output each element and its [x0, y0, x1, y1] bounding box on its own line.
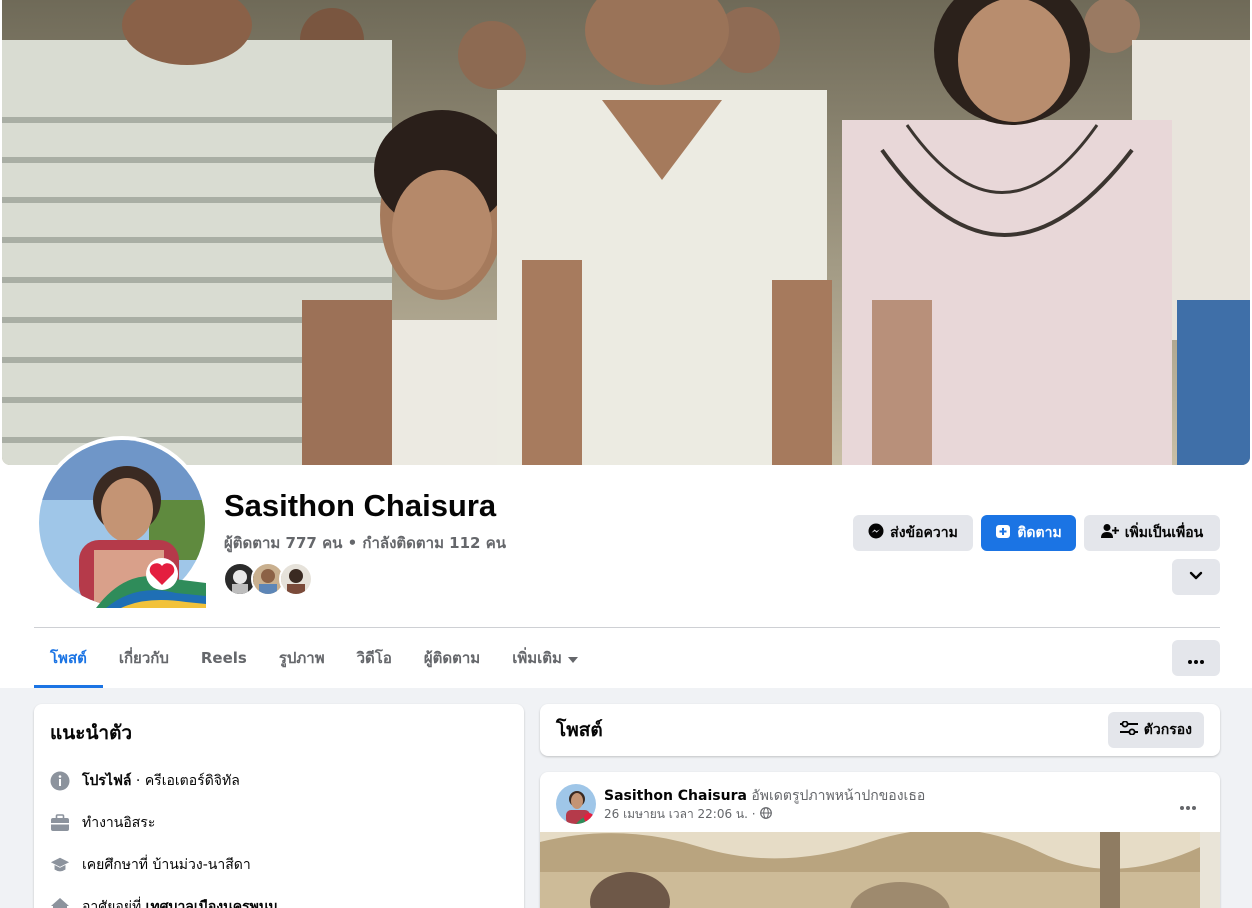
- intro-item-work: ทำงานอิสระ: [50, 802, 508, 844]
- tab-followers[interactable]: ผู้ติดตาม: [408, 628, 496, 688]
- info-icon: [50, 771, 70, 791]
- intro-text: อาศัยอยู่ที่ เทศบาลเมืองนครพนม: [82, 896, 278, 908]
- posts-title: โพสต์: [556, 719, 603, 741]
- tab-photos[interactable]: รูปภาพ: [263, 628, 341, 688]
- tab-label: โพสต์: [50, 649, 87, 667]
- add-friend-icon: [1100, 523, 1119, 543]
- filter-button[interactable]: ตัวกรอง: [1107, 712, 1204, 748]
- tab-videos[interactable]: วิดีโอ: [341, 628, 408, 688]
- follower-avatars[interactable]: [223, 562, 313, 596]
- tab-label: เพิ่มเติม: [512, 649, 562, 667]
- tab-label: Reels: [200, 649, 247, 667]
- intro-prefix: อาศัยอยู่ที่: [82, 899, 146, 908]
- add-friend-label: เพิ่มเป็นเพื่อน: [1124, 525, 1204, 541]
- intro-bold: โปรไฟล์: [82, 773, 132, 789]
- graduation-cap-icon: [50, 855, 70, 875]
- expand-button[interactable]: [1172, 559, 1220, 595]
- post-image[interactable]: [540, 832, 1220, 908]
- add-friend-button[interactable]: เพิ่มเป็นเพื่อน: [1084, 515, 1220, 551]
- intro-detail: · ครีเอเตอร์ดิจิทัล: [131, 773, 240, 789]
- post-header-line: Sasithon Chaisura อัพเดตรูปภาพหน้าปกของเ…: [604, 785, 925, 807]
- more-dots-icon: [1188, 649, 1204, 668]
- briefcase-icon: [50, 813, 70, 833]
- tab-label: รูปภาพ: [278, 649, 325, 667]
- post-timestamp[interactable]: 26 เมษายน เวลา 22:06 น. ·: [604, 805, 756, 824]
- message-button[interactable]: ส่งข้อความ: [853, 515, 973, 551]
- filter-sliders-icon: [1119, 720, 1138, 739]
- profile-name: Sasithon Chaisura: [224, 488, 497, 523]
- profile-tabs: โพสต์ เกี่ยวกับ Reels รูปภาพ วิดีโอ ผู้ต…: [34, 628, 594, 688]
- tab-more[interactable]: เพิ่มเติม: [496, 628, 594, 688]
- profile-header: Sasithon Chaisura ผู้ติดตาม 777 คน • กำล…: [0, 0, 1252, 688]
- tab-label: ผู้ติดตาม: [423, 649, 481, 667]
- post-card: Sasithon Chaisura อัพเดตรูปภาพหน้าปกของเ…: [540, 772, 1220, 908]
- home-icon: [50, 897, 70, 908]
- intro-item-education: เคยศึกษาที่ บ้านม่วง-นาสีดา: [50, 844, 508, 886]
- post-author-avatar[interactable]: [556, 784, 596, 824]
- intro-detail: ทำงานอิสระ: [82, 815, 156, 831]
- caret-down-icon: [567, 649, 578, 667]
- follow-stats[interactable]: ผู้ติดตาม 777 คน • กำลังติดตาม 112 คน: [224, 531, 506, 555]
- chevron-down-icon: [1189, 569, 1203, 585]
- tab-label: วิดีโอ: [356, 649, 392, 667]
- tab-reels[interactable]: Reels: [185, 628, 263, 688]
- follow-button[interactable]: ติดตาม: [981, 515, 1076, 551]
- post-meta: 26 เมษายน เวลา 22:06 น. ·: [604, 805, 772, 824]
- intro-title: แนะนำตัว: [50, 722, 133, 744]
- filter-label: ตัวกรอง: [1143, 722, 1192, 738]
- cover-photo[interactable]: [2, 0, 1250, 465]
- follower-avatar[interactable]: [279, 562, 313, 596]
- globe-icon: [759, 807, 772, 822]
- intro-text: โปรไฟล์ · ครีเอเตอร์ดิจิทัล: [82, 770, 240, 792]
- message-label: ส่งข้อความ: [890, 525, 958, 541]
- intro-detail: เคยศึกษาที่ บ้านม่วง-นาสีดา: [82, 857, 251, 873]
- tab-about[interactable]: เกี่ยวกับ: [103, 628, 185, 688]
- intro-card: แนะนำตัว โปรไฟล์ · ครีเอเตอร์ดิจิทัล ทำง…: [34, 704, 524, 908]
- posts-header-card: โพสต์ ตัวกรอง: [540, 704, 1220, 756]
- tab-label: เกี่ยวกับ: [118, 649, 169, 667]
- intro-item-home: อาศัยอยู่ที่ เทศบาลเมืองนครพนม: [50, 886, 508, 908]
- post-author-name[interactable]: Sasithon Chaisura: [604, 788, 747, 804]
- tab-posts[interactable]: โพสต์: [34, 628, 103, 688]
- follow-icon: [995, 523, 1011, 543]
- messenger-icon: [868, 523, 884, 543]
- intro-item-profile: โปรไฟล์ · ครีเอเตอร์ดิจิทัล: [50, 760, 508, 802]
- more-dots-icon: [1180, 795, 1196, 814]
- heart-icon: [146, 558, 178, 590]
- post-options-button[interactable]: [1170, 786, 1206, 822]
- intro-bold[interactable]: เทศบาลเมืองนครพนม: [146, 899, 278, 908]
- post-action-text: อัพเดตรูปภาพหน้าปกของเธอ: [746, 788, 926, 804]
- follow-label: ติดตาม: [1017, 525, 1062, 541]
- more-options-button[interactable]: [1172, 640, 1220, 676]
